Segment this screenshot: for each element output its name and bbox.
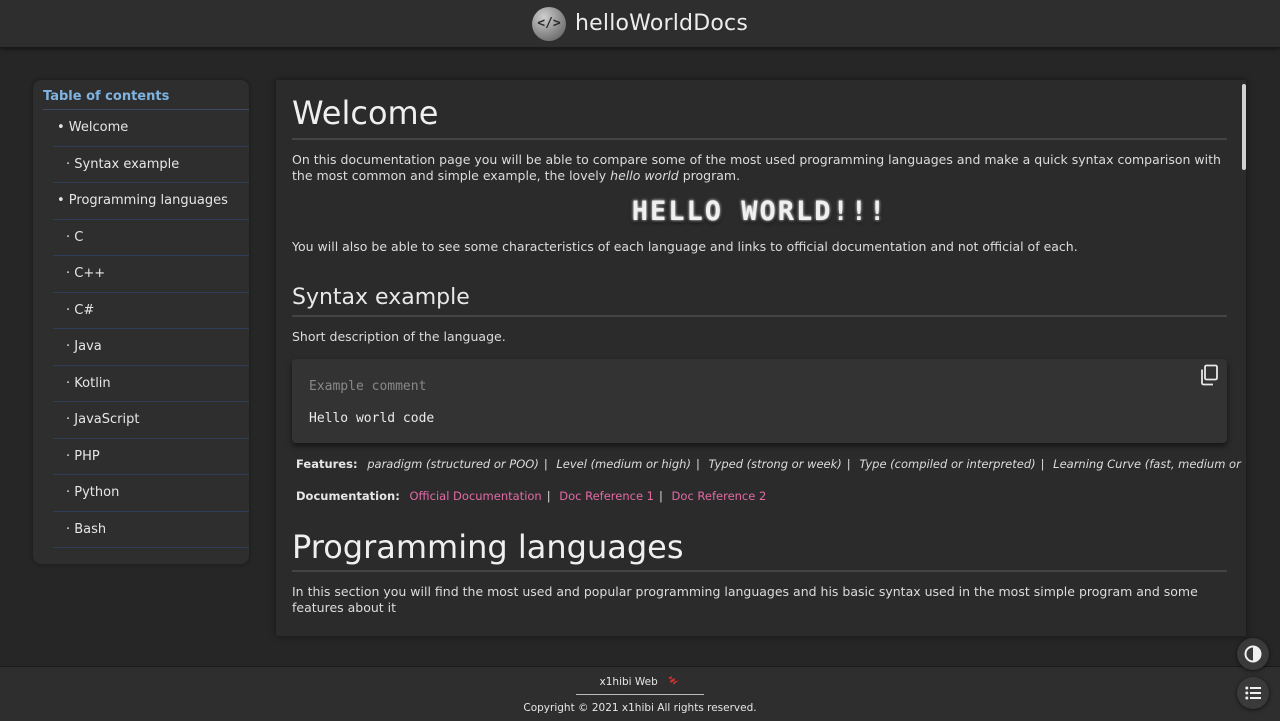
toc-item-php[interactable]: · PHP <box>53 439 249 475</box>
documentation-line: Documentation: Official Documentation | D… <box>296 489 767 503</box>
toc-item-programming-languages[interactable]: • Programming languages <box>53 183 249 220</box>
code-block[interactable]: Example comment Hello world code <box>292 359 1227 443</box>
code-logo-icon[interactable]: </> <box>532 6 567 41</box>
toc-item-welcome[interactable]: • Welcome <box>53 110 249 147</box>
features-label: Features: <box>296 457 358 471</box>
main-content[interactable]: Welcome On this documentation page you w… <box>276 80 1246 636</box>
toc-item-kotlin[interactable]: · Kotlin <box>53 366 249 402</box>
documentation-label: Documentation: <box>296 489 400 503</box>
programming-languages-title: Programming languages <box>292 528 1227 572</box>
copy-icon[interactable] <box>1199 364 1219 386</box>
scrollbar-thumb[interactable] <box>1242 84 1246 170</box>
syntax-description: Short description of the language. <box>292 329 506 344</box>
intro-emphasis: hello world <box>610 168 679 183</box>
toc-item-cpp[interactable]: · C++ <box>53 256 249 293</box>
brand-mark-icon <box>664 676 681 688</box>
feature-learning-curve: Learning Curve (fast, medium or slow) <box>1053 457 1246 471</box>
feature-paradigm: paradigm (structured or POO) <box>367 457 539 471</box>
hello-world-banner: HELLO WORLD!!! <box>631 196 888 227</box>
official-documentation-link[interactable]: Official Documentation <box>409 489 541 503</box>
syntax-example-title: Syntax example <box>292 285 1227 317</box>
toc-toggle-button[interactable] <box>1237 677 1269 709</box>
toc-item-bash[interactable]: · Bash <box>53 512 249 548</box>
feature-typed: Typed (strong or week) <box>708 457 842 471</box>
copyright-text: Copyright © 2021 x1hibi All rights reser… <box>523 702 757 714</box>
intro-paragraph-2: You will also be able to see some charac… <box>292 239 1078 254</box>
intro-text-start: On this documentation page you will be a… <box>292 152 1221 183</box>
site-header: </> helloWorldDocs <box>0 0 1280 48</box>
footer-brand[interactable]: x1hibi Web <box>576 675 704 695</box>
site-footer: x1hibi Web Copyright © 2021 x1hibi All r… <box>0 666 1280 721</box>
languages-description: In this section you will find the most u… <box>292 584 1198 615</box>
doc-reference-1-link[interactable]: Doc Reference 1 <box>559 489 654 503</box>
toc-item-javascript[interactable]: · JavaScript <box>53 402 249 439</box>
footer-brand-label: x1hibi Web <box>599 676 658 688</box>
code-line: Hello world code <box>309 411 435 426</box>
scrollbar[interactable] <box>1242 80 1246 636</box>
welcome-title: Welcome <box>292 94 1227 140</box>
doc-reference-2-link[interactable]: Doc Reference 2 <box>672 489 767 503</box>
contrast-icon <box>1244 645 1262 663</box>
toc-item-csharp[interactable]: · C# <box>53 293 249 329</box>
toc-item-python[interactable]: · Python <box>53 475 249 512</box>
toc-title: Table of contents <box>43 89 249 110</box>
table-of-contents: Table of contents • Welcome · Syntax exa… <box>33 80 249 564</box>
intro-paragraph: On this documentation page you will be a… <box>292 152 1227 184</box>
code-comment: Example comment <box>309 379 427 394</box>
feature-type: Type (compiled or interpreted) <box>859 457 1036 471</box>
theme-toggle-button[interactable] <box>1237 638 1269 670</box>
features-line: Features: paradigm (structured or POO) | … <box>292 457 1246 471</box>
feature-level: Level (medium or high) <box>556 457 691 471</box>
site-brand[interactable]: helloWorldDocs <box>575 11 748 36</box>
toc-item-syntax-example[interactable]: · Syntax example <box>53 147 249 183</box>
intro-text-end: program. <box>678 168 741 183</box>
toc-item-c[interactable]: · C <box>53 220 249 256</box>
list-icon <box>1245 686 1261 700</box>
toc-item-java[interactable]: · Java <box>53 329 249 366</box>
